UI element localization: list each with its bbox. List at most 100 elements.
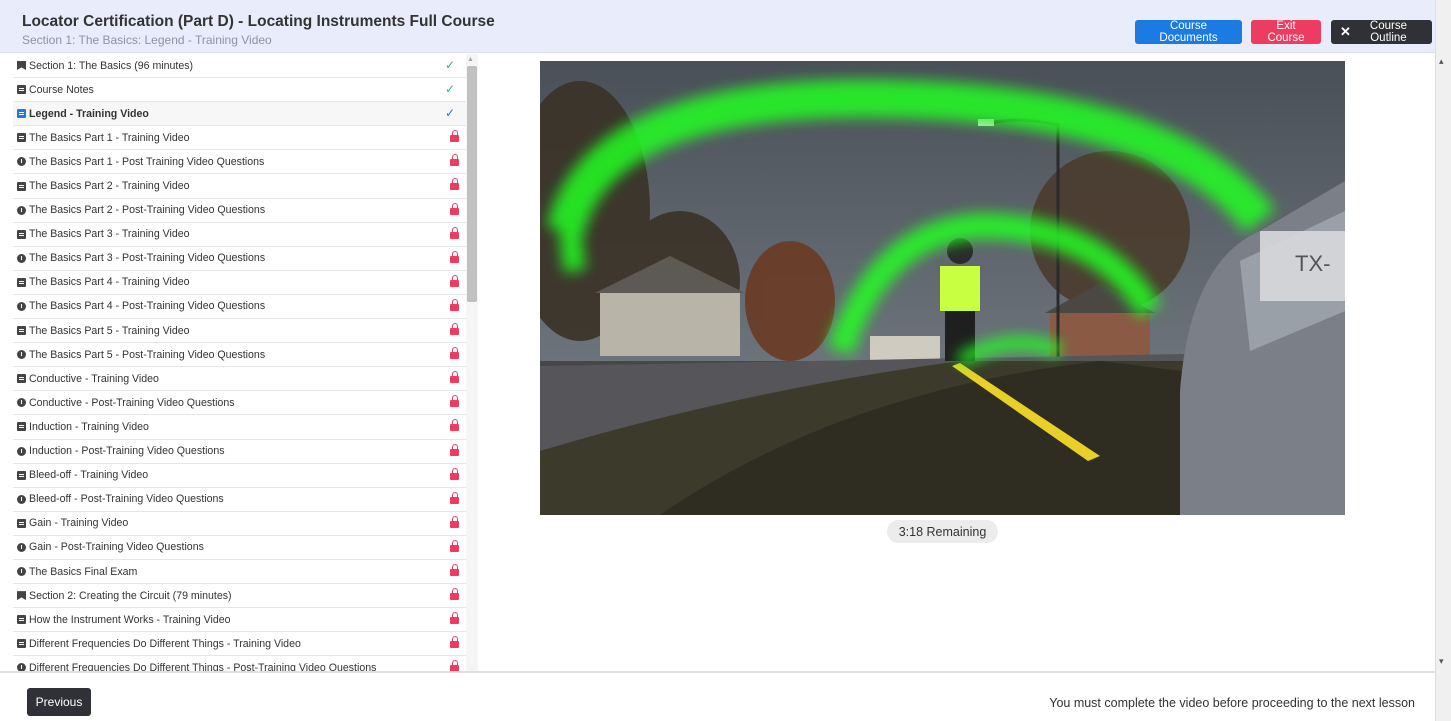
lesson-label: Conductive - Post-Training Video Questio… xyxy=(29,396,235,409)
lock-icon xyxy=(450,130,459,143)
lesson-label: The Basics Part 3 - Training Video xyxy=(29,228,190,241)
lock-icon xyxy=(450,395,459,408)
question-circle-icon xyxy=(17,663,26,671)
lesson-item[interactable]: Different Frequencies Do Different Thing… xyxy=(13,632,477,657)
chevron-down-icon[interactable]: ▾ xyxy=(1439,656,1444,667)
lock-icon xyxy=(450,539,459,552)
document-icon xyxy=(17,374,26,384)
question-circle-icon xyxy=(17,542,26,552)
lesson-item[interactable]: The Basics Part 4 - Training Video xyxy=(13,271,477,295)
lesson-label: Induction - Training Video xyxy=(29,420,149,433)
scroll-up-icon[interactable]: ▲ xyxy=(467,56,474,63)
lock-icon xyxy=(450,588,459,601)
lock-icon xyxy=(450,612,459,625)
lock-icon xyxy=(450,515,459,528)
lesson-label: Different Frequencies Do Different Thing… xyxy=(29,637,301,650)
lesson-item[interactable]: Gain - Training Video xyxy=(13,512,477,536)
lesson-label: Gain - Training Video xyxy=(29,517,129,530)
lesson-label: Induction - Post-Training Video Question… xyxy=(29,445,225,458)
lesson-item[interactable]: Different Frequencies Do Different Thing… xyxy=(13,656,477,671)
course-header: Locator Certification (Part D) - Locatin… xyxy=(0,0,1435,53)
lesson-item[interactable]: The Basics Part 5 - Post-Training Video … xyxy=(13,343,477,368)
lesson-label: The Basics Final Exam xyxy=(29,565,138,578)
lesson-item[interactable]: The Basics Part 3 - Post-Training Video … xyxy=(13,247,477,271)
question-circle-icon xyxy=(17,301,26,311)
document-icon xyxy=(17,109,26,119)
document-icon xyxy=(17,639,26,649)
document-icon xyxy=(17,133,26,143)
previous-button[interactable]: Previous xyxy=(27,688,91,716)
lock-icon xyxy=(450,660,459,671)
lesson-label: The Basics Part 5 - Training Video xyxy=(29,324,190,337)
question-circle-icon xyxy=(17,253,26,263)
lesson-label: The Basics Part 1 - Post Training Video … xyxy=(29,155,265,168)
window-scrollbar[interactable]: ▴ ▾ xyxy=(1435,0,1451,721)
lesson-item[interactable]: Bleed-off - Post-Training Video Question… xyxy=(13,488,477,512)
lesson-label: Bleed-off - Post-Training Video Question… xyxy=(29,493,224,506)
lesson-label: Section 1: The Basics (96 minutes) xyxy=(29,59,194,72)
lesson-label: The Basics Part 1 - Training Video xyxy=(29,131,190,144)
document-icon xyxy=(17,229,26,239)
lesson-item[interactable]: Course Notes ✓ xyxy=(13,78,477,103)
lock-icon xyxy=(450,563,459,576)
lesson-subtitle: Section 1: The Basics: Legend - Training… xyxy=(22,33,272,47)
question-circle-icon xyxy=(17,157,26,167)
lesson-label: Course Notes xyxy=(29,83,94,96)
video-player[interactable]: TX- xyxy=(540,61,1345,515)
lesson-item[interactable]: Conductive - Post-Training Video Questio… xyxy=(13,391,477,416)
document-icon xyxy=(17,470,26,480)
question-circle-icon xyxy=(17,446,26,456)
lesson-item[interactable]: Section 2: Creating the Circuit (79 minu… xyxy=(13,584,477,609)
question-circle-icon xyxy=(17,350,26,360)
lesson-item[interactable]: Induction - Training Video xyxy=(13,415,477,440)
document-icon xyxy=(17,277,26,287)
lesson-item[interactable]: Bleed-off - Training Video xyxy=(13,464,477,488)
lock-icon xyxy=(450,491,459,504)
lock-icon xyxy=(450,347,459,360)
lesson-label: The Basics Part 3 - Post-Training Video … xyxy=(29,252,266,265)
lock-icon xyxy=(450,323,459,336)
lock-icon xyxy=(450,226,459,239)
sidebar-scroll-thumb[interactable] xyxy=(467,66,477,302)
lesson-label: Gain - Post-Training Video Questions xyxy=(29,541,204,554)
lock-icon xyxy=(450,274,459,287)
lesson-item[interactable]: Induction - Post-Training Video Question… xyxy=(13,440,477,464)
lesson-item[interactable]: Section 1: The Basics (96 minutes) ✓ xyxy=(13,54,477,79)
bookmark-icon xyxy=(17,61,26,71)
lesson-item[interactable]: The Basics Part 3 - Training Video xyxy=(13,223,477,247)
lesson-item[interactable]: Legend - Training Video ✓ xyxy=(13,102,477,127)
lesson-item[interactable]: The Basics Part 2 - Training Video xyxy=(13,174,477,199)
lock-icon xyxy=(450,443,459,456)
video-frame: TX- xyxy=(540,61,1345,515)
lesson-label: Bleed-off - Training Video xyxy=(29,469,149,482)
lock-icon xyxy=(450,178,459,191)
checkmark-icon: ✓ xyxy=(445,58,456,72)
lesson-item[interactable]: The Basics Part 4 - Post-Training Video … xyxy=(13,295,477,320)
lock-icon xyxy=(450,419,459,432)
document-icon xyxy=(17,422,26,432)
lock-icon xyxy=(450,154,459,167)
lesson-item[interactable]: Conductive - Training Video xyxy=(13,367,477,392)
lock-icon xyxy=(450,202,459,215)
chevron-up-icon[interactable]: ▴ xyxy=(1439,56,1444,67)
lesson-item[interactable]: The Basics Part 1 - Training Video xyxy=(13,126,477,151)
exit-course-button[interactable]: Exit Course xyxy=(1251,20,1321,44)
course-outline-button[interactable]: ✕ Course Outline xyxy=(1331,20,1432,44)
course-documents-button[interactable]: Course Documents xyxy=(1135,20,1242,44)
lesson-item[interactable]: How the Instrument Works - Training Vide… xyxy=(13,608,477,633)
lock-icon xyxy=(450,371,459,384)
lesson-label: Legend - Training Video xyxy=(29,107,149,120)
document-icon xyxy=(17,615,26,625)
lesson-item[interactable]: The Basics Part 1 - Post Training Video … xyxy=(13,150,477,175)
lesson-label: The Basics Part 5 - Post-Training Video … xyxy=(29,348,266,361)
question-circle-icon xyxy=(17,567,26,577)
lesson-item[interactable]: The Basics Final Exam xyxy=(13,560,477,585)
course-title: Locator Certification (Part D) - Locatin… xyxy=(22,13,495,30)
course-outline-label: Course Outline xyxy=(1369,20,1407,44)
question-circle-icon xyxy=(17,398,26,408)
lesson-item[interactable]: The Basics Part 5 - Training Video xyxy=(13,319,477,344)
checkmark-icon: ✓ xyxy=(445,82,456,97)
lesson-item[interactable]: Gain - Post-Training Video Questions xyxy=(13,536,477,560)
lesson-item[interactable]: The Basics Part 2 - Post-Training Video … xyxy=(13,199,477,223)
document-icon xyxy=(17,326,26,336)
